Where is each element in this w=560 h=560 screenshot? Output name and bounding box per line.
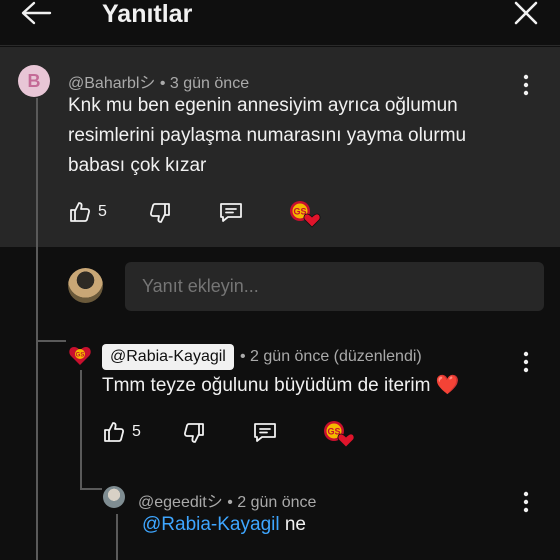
avatar[interactable]: GS xyxy=(68,344,91,366)
thumb-down-icon xyxy=(183,423,204,443)
meta-separator: • xyxy=(227,494,238,511)
close-icon xyxy=(514,1,538,25)
back-arrow-icon xyxy=(21,1,52,25)
avatar[interactable]: B xyxy=(18,65,50,97)
thumb-down-icon xyxy=(149,203,170,223)
reply-button[interactable] xyxy=(218,200,244,226)
comment-text-body: Tmm teyze oğulunu büyüdüm de iterim xyxy=(102,375,431,396)
more-vert-icon xyxy=(523,491,529,513)
thumb-up-icon xyxy=(104,422,125,442)
comment-meta: • 2 gün önce (düzenlendi) xyxy=(240,348,422,366)
comment-meta: @Baharblシ • 3 gün önce xyxy=(68,69,249,93)
creator-heart-badge[interactable]: GS xyxy=(322,420,356,448)
comment-time: 2 gün önce xyxy=(237,494,317,511)
comment-menu-button[interactable] xyxy=(516,350,536,374)
gs-heart-icon: GS xyxy=(290,201,321,228)
page-title: Yanıtlar xyxy=(102,0,193,28)
like-count: 5 xyxy=(98,203,107,220)
current-user-avatar xyxy=(68,268,103,303)
creator-heart-badge[interactable]: GS xyxy=(288,200,322,228)
comment-menu-button[interactable] xyxy=(516,490,536,514)
back-button[interactable] xyxy=(14,0,54,30)
dislike-button[interactable] xyxy=(148,201,172,225)
heart-emoji: ❤️ xyxy=(435,375,460,396)
thread-line xyxy=(80,370,82,490)
close-button[interactable] xyxy=(510,0,542,30)
parent-comment: B @Baharblシ • 3 gün önce Knk mu ben egen… xyxy=(0,47,560,247)
comment-text-line: Knk mu ben egenin annesiyim ayrıca oğlum… xyxy=(68,95,458,116)
gs-heart-icon: GS xyxy=(69,347,91,365)
like-button[interactable]: 5 xyxy=(102,420,141,444)
comment-author[interactable]: @Baharblシ xyxy=(68,75,155,92)
meta-separator: • xyxy=(159,75,170,92)
thread-line-branch xyxy=(80,488,102,490)
reply-input[interactable] xyxy=(125,262,544,311)
avatar[interactable] xyxy=(103,486,125,508)
thread-line xyxy=(36,98,38,560)
thread-line xyxy=(116,514,118,560)
comment-text: @Rabia-Kayagil ne xyxy=(142,510,306,540)
comment-author[interactable]: @egeeditシ xyxy=(138,494,223,511)
comment-author[interactable]: @Rabia-Kayagil xyxy=(102,344,234,370)
comment-meta: @egeeditシ • 2 gün önce xyxy=(138,488,316,512)
thumb-up-icon xyxy=(70,202,91,222)
comment-time: 3 gün önce xyxy=(169,75,250,92)
top-bar: Yanıtlar xyxy=(0,0,560,46)
svg-text:GS: GS xyxy=(76,353,85,359)
like-count: 5 xyxy=(132,423,141,440)
reply-button[interactable] xyxy=(252,420,278,446)
dislike-button[interactable] xyxy=(182,421,206,445)
comment-text-body: ne xyxy=(284,514,306,535)
more-vert-icon xyxy=(523,351,529,373)
meta-separator: • xyxy=(240,348,251,365)
comment-text: Tmm teyze oğulunu büyüdüm de iterim ❤️ xyxy=(102,371,459,401)
reply-comment-icon xyxy=(220,203,242,222)
comment-text-line: babası çok kızar xyxy=(68,155,207,176)
comment-text: Knk mu ben egenin annesiyim ayrıca oğlum… xyxy=(68,91,548,181)
thread-line-branch xyxy=(36,340,66,342)
reply-comment-icon xyxy=(254,423,276,442)
mention-link[interactable]: @Rabia-Kayagil xyxy=(142,514,280,535)
gs-heart-icon: GS xyxy=(324,421,355,448)
comment-time: 2 gün önce (düzenlendi) xyxy=(250,348,422,365)
comment-text-line: resimlerini paylaşma numarasını yayma ol… xyxy=(68,125,467,146)
like-button[interactable]: 5 xyxy=(68,200,107,224)
